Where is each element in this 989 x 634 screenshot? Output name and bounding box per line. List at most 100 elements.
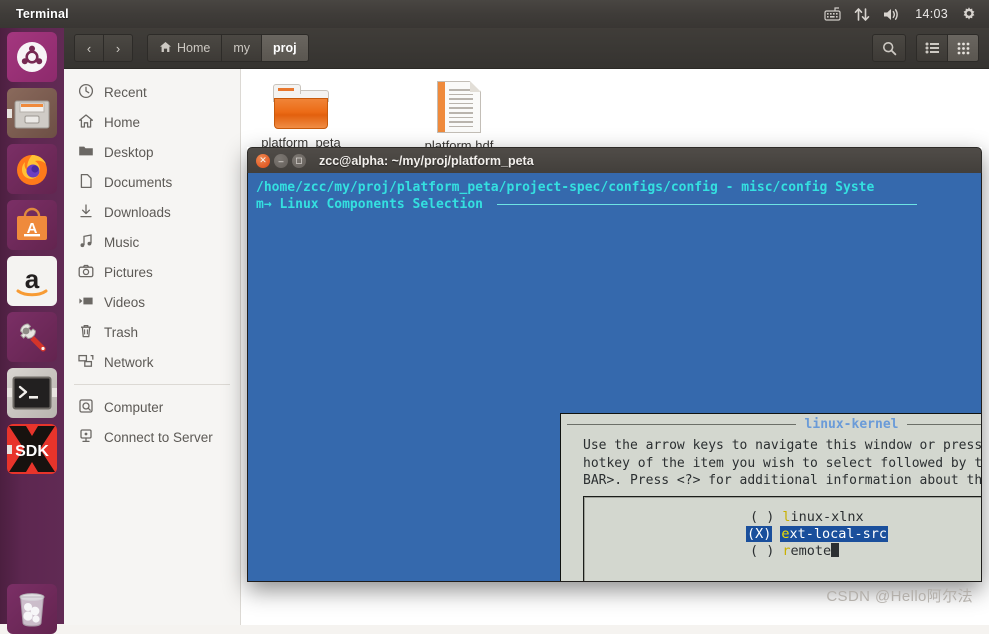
sidebar-item-music[interactable]: Music [64, 227, 240, 257]
video-icon [78, 293, 94, 312]
terminal-titlebar[interactable]: ✕ – ◻ zcc@alpha: ~/my/proj/platform_peta [247, 147, 982, 173]
sidebar-item-label: Network [104, 354, 154, 370]
back-button[interactable]: ‹ [74, 34, 104, 62]
launcher-item-files[interactable] [7, 88, 57, 138]
option-listbox[interactable]: ( ) linux-xlnx (X) ext-local-src ( ) rem… [583, 496, 981, 581]
trash-icon [78, 323, 94, 342]
launcher-item-software-center[interactable]: A [7, 200, 57, 250]
breadcrumb-item-my[interactable]: my [222, 34, 263, 62]
svg-text:SDK: SDK [15, 443, 49, 460]
sidebar-item-label: Connect to Server [104, 429, 213, 445]
option-label: emote [790, 543, 832, 559]
option-linux-xlnx[interactable]: ( ) linux-xlnx [750, 509, 864, 525]
dialog-titlebar: linux-kernel [567, 416, 981, 432]
option-label: inux-xlnx [790, 509, 864, 525]
launcher-item-firefox[interactable] [7, 144, 57, 194]
header-rule [496, 204, 917, 205]
network-icon [78, 353, 94, 372]
sidebar-item-recent[interactable]: Recent [64, 77, 240, 107]
sidebar-item-label: Documents [104, 174, 173, 190]
unity-launcher: A a SDK [0, 28, 64, 634]
server-icon [78, 428, 94, 447]
sidebar-item-home[interactable]: Home [64, 107, 240, 137]
terminal-window: ✕ – ◻ zcc@alpha: ~/my/proj/platform_peta… [247, 147, 982, 582]
sidebar-item-documents[interactable]: Documents [64, 167, 240, 197]
launcher-item-amazon[interactable]: a [7, 256, 57, 306]
top-panel: Terminal 14:03 [0, 0, 989, 28]
clock-icon [78, 83, 94, 102]
launcher-item-ubuntu-dash[interactable] [7, 32, 57, 82]
download-icon [78, 203, 94, 222]
file-item-platform-hdf[interactable]: platform.hdf [404, 81, 514, 153]
file-manager-toolbar: ‹ › Home my proj [64, 28, 989, 69]
list-view-icon[interactable] [916, 34, 948, 62]
sidebar-item-label: Downloads [104, 204, 171, 220]
file-item-platform-peta[interactable]: platform_peta [246, 84, 356, 150]
breadcrumb-item-home[interactable]: Home [147, 34, 223, 62]
network-updown-icon[interactable] [854, 7, 870, 22]
places-sidebar: Recent Home Desktop Documents Downloads … [64, 69, 241, 625]
option-hotkey: r [782, 543, 791, 559]
grid-view-icon[interactable] [948, 34, 979, 62]
launcher-item-terminal[interactable] [7, 368, 57, 418]
sidebar-item-pictures[interactable]: Pictures [64, 257, 240, 287]
breadcrumb: Home my proj [147, 34, 309, 62]
close-icon[interactable]: ✕ [256, 153, 270, 168]
forward-button[interactable]: › [104, 34, 133, 62]
keyboard-icon[interactable] [824, 7, 841, 21]
sidebar-item-label: Trash [104, 324, 139, 340]
terminal-title: zcc@alpha: ~/my/proj/platform_peta [319, 153, 534, 168]
sidebar-item-label: Videos [104, 294, 146, 310]
terminal-screen[interactable]: /home/zcc/my/proj/platform_peta/project-… [247, 173, 982, 582]
sidebar-item-computer[interactable]: Computer [64, 392, 240, 422]
document-icon [78, 173, 94, 192]
camera-icon [78, 263, 94, 282]
option-hotkey: l [782, 509, 791, 525]
svg-text:a: a [25, 264, 40, 294]
launcher-item-trash[interactable] [7, 584, 57, 634]
launcher-item-xilinx-sdk[interactable]: SDK [7, 424, 57, 474]
menuconfig-header-line1: /home/zcc/my/proj/platform_peta/project-… [256, 180, 875, 195]
breadcrumb-label: Home [177, 41, 211, 55]
gear-icon[interactable] [961, 6, 977, 22]
clock-label[interactable]: 14:03 [915, 7, 948, 21]
minimize-icon[interactable]: – [274, 153, 288, 168]
option-hotkey: e [781, 526, 790, 542]
option-ext-local-src[interactable]: (X) ext-local-src [746, 526, 889, 542]
sidebar-item-downloads[interactable]: Downloads [64, 197, 240, 227]
system-tray: 14:03 [824, 6, 989, 22]
toolbar-right-buttons [872, 34, 979, 62]
home-icon [78, 113, 94, 132]
radio-mark: ( ) [750, 509, 775, 525]
panel-app-title[interactable]: Terminal [16, 7, 69, 21]
sidebar-item-desktop[interactable]: Desktop [64, 137, 240, 167]
document-icon [437, 81, 481, 133]
folder-icon [78, 143, 94, 162]
maximize-icon[interactable]: ◻ [292, 153, 306, 168]
sidebar-item-label: Desktop [104, 144, 154, 160]
launcher-item-system-settings[interactable] [7, 312, 57, 362]
sidebar-item-label: Recent [104, 84, 147, 100]
sidebar-item-network[interactable]: Network [64, 347, 240, 377]
sidebar-separator [74, 384, 230, 385]
sidebar-item-label: Home [104, 114, 141, 130]
dialog-help-text: Use the arrow keys to navigate this wind… [583, 438, 982, 488]
sidebar-item-label: Pictures [104, 264, 153, 280]
radio-mark: (X) [746, 526, 773, 542]
view-mode-buttons [916, 34, 979, 62]
menuconfig-header: /home/zcc/my/proj/platform_peta/project-… [256, 179, 977, 213]
search-icon[interactable] [872, 34, 906, 62]
text-cursor [831, 543, 840, 557]
music-icon [78, 233, 94, 252]
option-remote[interactable]: ( ) remote [750, 543, 840, 559]
volume-icon[interactable] [883, 7, 902, 22]
sidebar-item-connect-to-server[interactable]: Connect to Server [64, 422, 240, 452]
sidebar-item-videos[interactable]: Videos [64, 287, 240, 317]
radio-mark: ( ) [750, 543, 775, 559]
breadcrumb-item-proj[interactable]: proj [262, 34, 309, 62]
menuconfig-header-line2: m→ Linux Components Selection [256, 197, 483, 212]
dialog-title: linux-kernel [804, 416, 899, 432]
sidebar-item-trash[interactable]: Trash [64, 317, 240, 347]
sidebar-item-label: Music [104, 234, 140, 250]
option-label: xt-local-src [789, 526, 888, 542]
